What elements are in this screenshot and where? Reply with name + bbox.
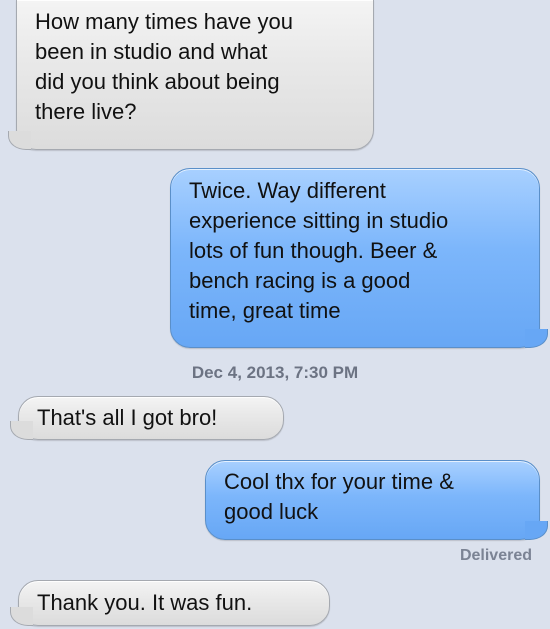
message-timestamp: Dec 4, 2013, 7:30 PM xyxy=(191,363,359,382)
received-message-bubble[interactable]: That's all I got bro! xyxy=(10,396,284,440)
sent-message-bubble[interactable]: Cool thx for your time & good luck xyxy=(205,460,548,540)
delivery-status: Delivered xyxy=(459,547,532,564)
message-thread[interactable]: How many times have you been in studio a… xyxy=(0,0,550,629)
message-text: How many times have you been in studio a… xyxy=(35,9,293,124)
message-text: Cool thx for your time & good luck xyxy=(224,469,454,524)
message-text: Thank you. It was fun. xyxy=(37,590,253,615)
message-text: Twice. Way different experience sitting … xyxy=(189,178,449,323)
message-text: That's all I got bro! xyxy=(37,405,218,430)
sent-message-bubble[interactable]: Twice. Way different experience sitting … xyxy=(170,168,548,348)
received-message-bubble[interactable]: How many times have you been in studio a… xyxy=(8,0,374,150)
received-message-bubble[interactable]: Thank you. It was fun. xyxy=(10,580,330,626)
